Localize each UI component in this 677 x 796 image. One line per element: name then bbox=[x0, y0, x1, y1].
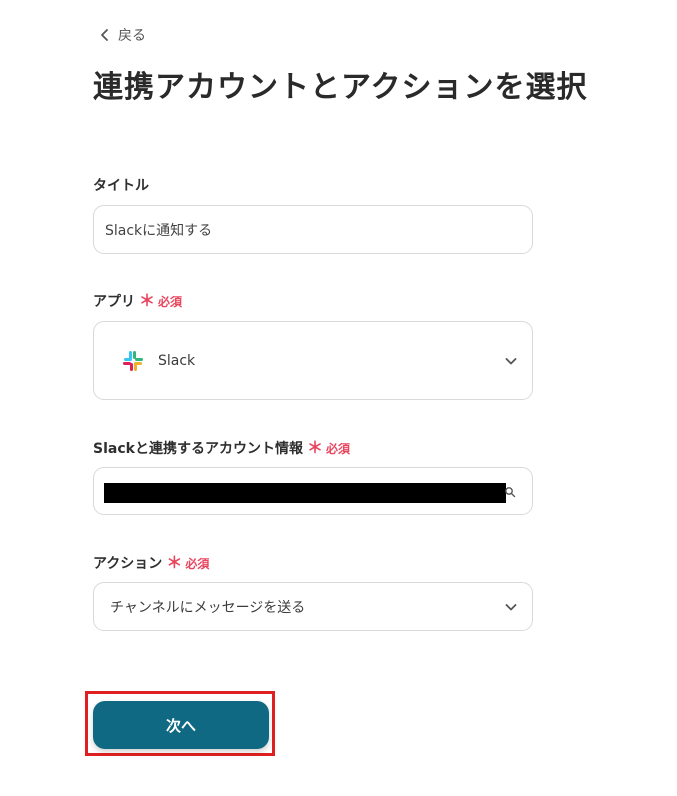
app-label-text: アプリ bbox=[93, 294, 135, 310]
required-star: ＊ bbox=[139, 291, 156, 310]
redacted-account-value bbox=[104, 483, 506, 503]
required-text: 必須 bbox=[325, 441, 350, 456]
account-select[interactable] bbox=[93, 467, 533, 515]
required-text: 必須 bbox=[158, 294, 183, 309]
app-select-row[interactable]: Slack bbox=[94, 322, 532, 399]
required-badge: ＊ 必須 bbox=[166, 555, 209, 572]
chevron-down-icon bbox=[505, 603, 517, 610]
required-star: ＊ bbox=[166, 553, 183, 572]
account-label-text: Slackと連携するアカウント情報 bbox=[93, 441, 303, 457]
action-select-row[interactable]: チャンネルにメッセージを送る bbox=[94, 583, 532, 630]
back-label: 戻る bbox=[118, 28, 146, 44]
required-text: 必須 bbox=[185, 556, 210, 571]
title-label-text: タイトル bbox=[93, 178, 149, 194]
chevron-left-icon bbox=[101, 29, 108, 41]
search-icon bbox=[505, 487, 516, 498]
title-field-label: タイトル bbox=[93, 175, 149, 195]
next-button-highlight: 次へ bbox=[85, 691, 275, 756]
required-badge: ＊ 必須 bbox=[139, 293, 182, 310]
action-label-text: アクション bbox=[93, 556, 163, 572]
app-field-label: アプリ ＊ 必須 bbox=[93, 291, 182, 311]
chevron-down-icon bbox=[505, 357, 517, 364]
back-link[interactable]: 戻る bbox=[98, 25, 146, 45]
title-field[interactable] bbox=[93, 205, 533, 254]
required-badge: ＊ 必須 bbox=[307, 440, 350, 457]
required-star: ＊ bbox=[306, 438, 323, 457]
page: 戻る 連携アカウントとアクションを選択 タイトル アプリ ＊ 必須 bbox=[0, 0, 677, 796]
action-select[interactable]: チャンネルにメッセージを送る bbox=[93, 582, 533, 631]
next-button[interactable]: 次へ bbox=[93, 701, 269, 749]
action-field-label: アクション ＊ 必須 bbox=[93, 553, 209, 573]
account-field-label: Slackと連携するアカウント情報 ＊ 必須 bbox=[93, 438, 350, 458]
action-select-value: チャンネルにメッセージを送る bbox=[110, 599, 306, 616]
title-input[interactable] bbox=[94, 206, 532, 253]
app-select-value: Slack bbox=[158, 352, 196, 369]
app-select[interactable]: Slack bbox=[93, 321, 533, 400]
page-title: 連携アカウントとアクションを選択 bbox=[93, 70, 588, 105]
slack-logo-icon bbox=[123, 350, 143, 371]
